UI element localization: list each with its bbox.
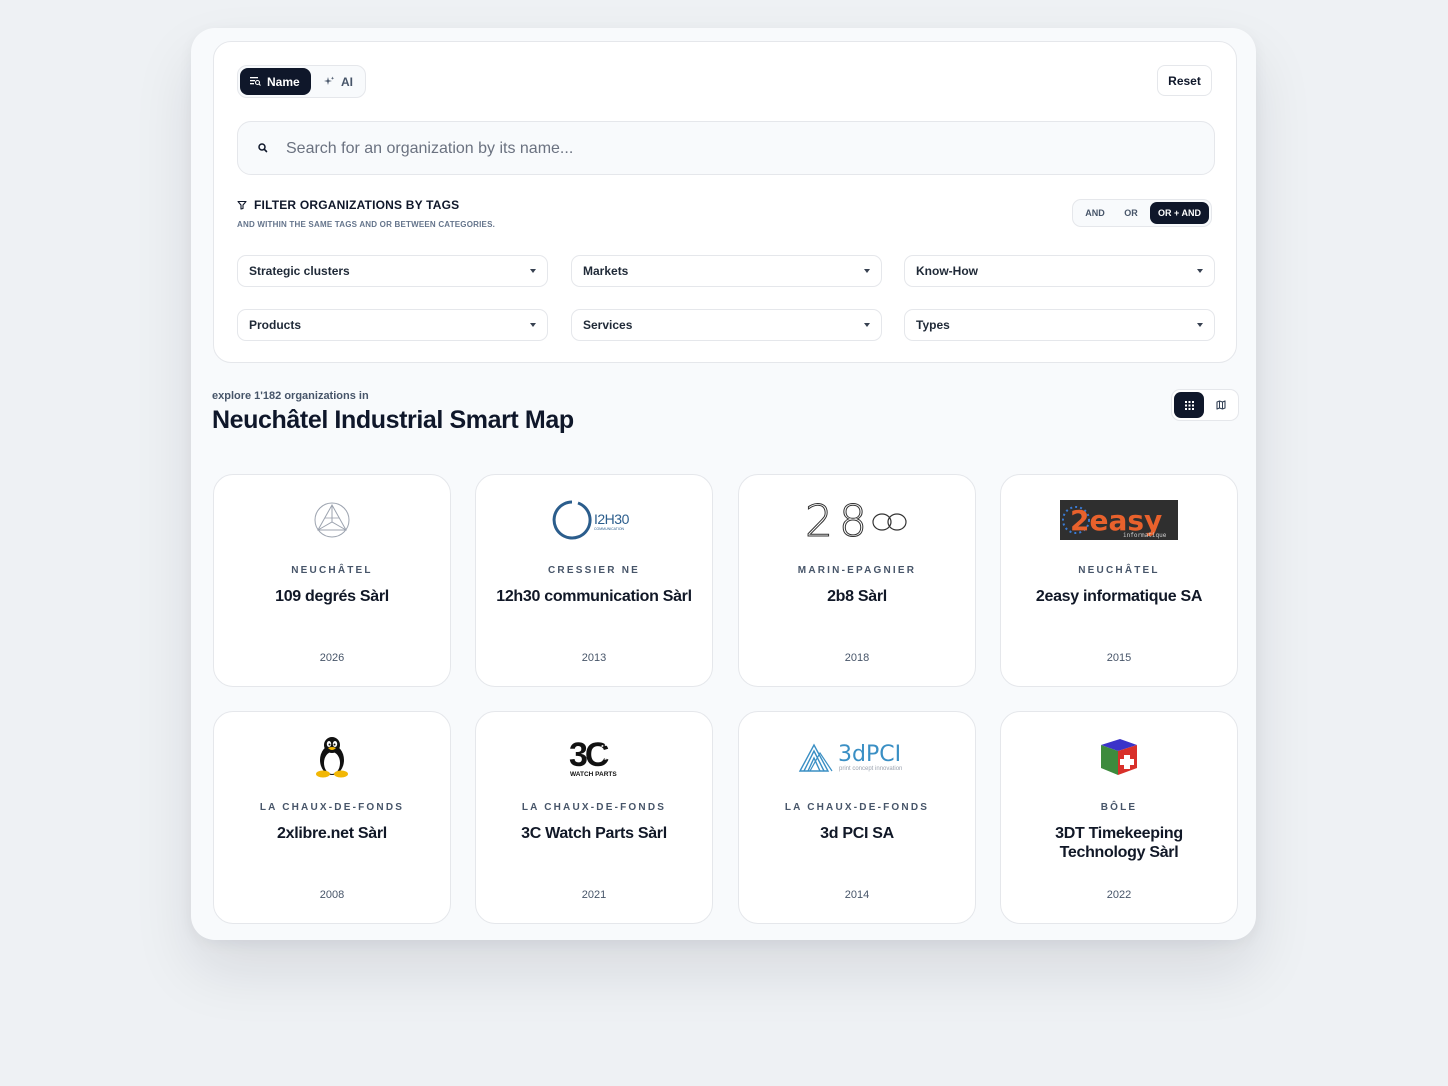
- card-city: CRESSIER NE: [548, 565, 640, 576]
- card-year: 2018: [844, 652, 870, 664]
- organization-card[interactable]: NEUCHÂTEL 109 degrés Sàrl 2026: [213, 474, 451, 687]
- dropdown-label: Services: [583, 318, 633, 332]
- tux-penguin-logo: [214, 734, 450, 780]
- svg-text:28: 28: [805, 498, 873, 542]
- logic-or-button[interactable]: OR: [1115, 202, 1147, 224]
- 3dpci-logo: 3dPCI print concept innovation: [739, 734, 975, 780]
- search-input[interactable]: [284, 122, 1188, 176]
- card-year: 2014: [844, 889, 870, 901]
- card-city: LA CHAUX-DE-FONDS: [521, 802, 667, 813]
- swiss-cube-logo: [1001, 734, 1237, 780]
- svg-text:COMMUNICATION: COMMUNICATION: [594, 527, 625, 531]
- filter-panel: Name AI Reset FILTER: [213, 41, 1237, 363]
- card-name: 109 degrés Sàrl: [275, 588, 389, 605]
- chevron-down-icon: [1197, 269, 1203, 273]
- triangle-circle-logo: [214, 497, 450, 543]
- chevron-down-icon: [1197, 323, 1203, 327]
- ai-mode-label: AI: [341, 74, 353, 89]
- know-how-dropdown[interactable]: Know-How: [904, 255, 1215, 287]
- types-dropdown[interactable]: Types: [904, 309, 1215, 341]
- strategic-clusters-dropdown[interactable]: Strategic clusters: [237, 255, 548, 287]
- app-window: Name AI Reset FILTER: [191, 28, 1256, 940]
- card-year: 2008: [319, 889, 345, 901]
- card-city: BÔLE: [1100, 802, 1138, 813]
- name-mode-button[interactable]: Name: [240, 68, 311, 95]
- card-name: 2easy informatique SA: [1035, 588, 1203, 605]
- 2easy-logo: 2easy informatique: [1001, 497, 1237, 543]
- organization-card[interactable]: 28 MARIN-EPAGNIER 2b8 Sàrl 2018: [738, 474, 976, 687]
- map-icon: [1216, 400, 1226, 410]
- dropdown-label: Markets: [583, 264, 629, 278]
- card-city: NEUCHÂTEL: [1078, 565, 1160, 576]
- organization-card[interactable]: BÔLE 3DT Timekeeping Technology Sàrl 202…: [1000, 711, 1238, 924]
- organization-card[interactable]: I2H30 COMMUNICATION CRESSIER NE 12h30 co…: [475, 474, 713, 687]
- card-year: 2022: [1106, 889, 1132, 901]
- card-name: 3DT Timekeeping Technology Sàrl: [1055, 825, 1183, 861]
- text-search-icon: [250, 77, 261, 86]
- reset-button[interactable]: Reset: [1157, 65, 1212, 96]
- dropdown-label: Types: [916, 318, 950, 332]
- chevron-down-icon: [864, 269, 870, 273]
- dropdown-label: Strategic clusters: [249, 264, 350, 278]
- 2b8-logo: 28: [739, 497, 975, 543]
- card-name: 2xlibre.net Sàrl: [277, 825, 387, 842]
- card-year: 2026: [319, 652, 345, 664]
- logic-toggle: AND OR OR + AND: [1072, 199, 1212, 227]
- services-dropdown[interactable]: Services: [571, 309, 882, 341]
- card-name: 3d PCI SA: [820, 825, 894, 842]
- filter-icon: [237, 200, 247, 210]
- svg-text:I2H30: I2H30: [594, 511, 630, 527]
- card-year: 2021: [581, 889, 607, 901]
- search-mode-toggle: Name AI: [237, 65, 366, 98]
- grid-view-button[interactable]: [1174, 392, 1204, 418]
- card-name: 3C Watch Parts Sàrl: [521, 825, 667, 842]
- ai-mode-button[interactable]: AI: [314, 68, 364, 95]
- name-mode-label: Name: [267, 74, 300, 89]
- logic-and-button[interactable]: AND: [1077, 202, 1113, 224]
- organization-card[interactable]: 2easy informatique NEUCHÂTEL 2easy infor…: [1000, 474, 1238, 687]
- svg-text:print concept innovation: print concept innovation: [839, 766, 902, 772]
- dropdown-label: Products: [249, 318, 302, 332]
- organization-card[interactable]: 3C WATCH PARTS LA CHAUX-DE-FONDS 3C Watc…: [475, 711, 713, 924]
- markets-dropdown[interactable]: Markets: [571, 255, 882, 287]
- filter-header: FILTER ORGANIZATIONS BY TAGS AND WITHIN …: [237, 198, 495, 229]
- logic-or-and-button[interactable]: OR + AND: [1150, 202, 1209, 224]
- sparkle-icon: [324, 76, 335, 85]
- search-icon: [258, 143, 268, 153]
- card-name: 2b8 Sàrl: [827, 588, 887, 605]
- grid-icon: [1184, 400, 1194, 410]
- filter-subtitle: AND WITHIN THE SAME TAGS AND OR BETWEEN …: [237, 220, 496, 229]
- svg-text:informatique: informatique: [1123, 532, 1167, 539]
- chevron-down-icon: [530, 323, 536, 327]
- dropdown-label: Know-How: [916, 264, 978, 278]
- organization-card[interactable]: LA CHAUX-DE-FONDS 2xlibre.net Sàrl 2008: [213, 711, 451, 924]
- card-year: 2013: [581, 652, 607, 664]
- explore-count-label: explore 1'182 organizations in: [212, 390, 369, 402]
- 3c-watch-parts-logo: 3C WATCH PARTS: [476, 734, 712, 780]
- chevron-down-icon: [530, 269, 536, 273]
- view-toggle: [1171, 389, 1239, 421]
- svg-text:WATCH PARTS: WATCH PARTS: [570, 771, 617, 778]
- card-city: NEUCHÂTEL: [291, 565, 373, 576]
- card-city: LA CHAUX-DE-FONDS: [259, 802, 405, 813]
- card-year: 2015: [1106, 652, 1132, 664]
- search-box: [237, 121, 1215, 176]
- filter-title: FILTER ORGANIZATIONS BY TAGS: [254, 198, 460, 212]
- chevron-down-icon: [864, 323, 870, 327]
- svg-text:3dPCI: 3dPCI: [838, 742, 901, 767]
- organization-card[interactable]: 3dPCI print concept innovation LA CHAUX-…: [738, 711, 976, 924]
- products-dropdown[interactable]: Products: [237, 309, 548, 341]
- map-view-button[interactable]: [1206, 392, 1236, 418]
- card-city: LA CHAUX-DE-FONDS: [784, 802, 930, 813]
- page-title: Neuchâtel Industrial Smart Map: [212, 406, 574, 434]
- card-city: MARIN-EPAGNIER: [797, 565, 917, 576]
- card-name: 12h30 communication Sàrl: [496, 588, 692, 605]
- svg-text:3C: 3C: [569, 736, 609, 774]
- 12h30-logo: I2H30 COMMUNICATION: [476, 497, 712, 543]
